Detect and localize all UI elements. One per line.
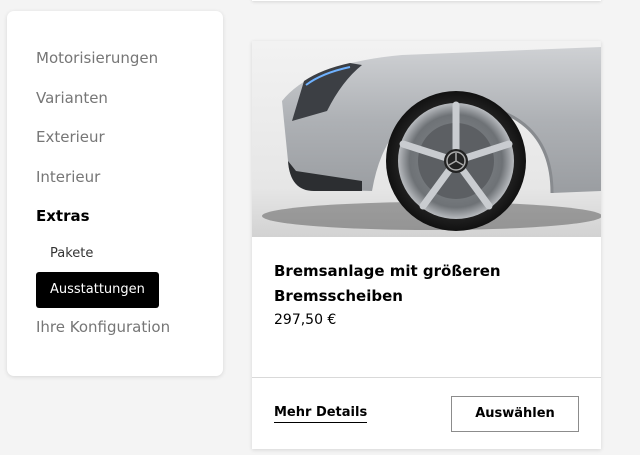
card-divider [252,377,601,378]
previous-card-edge [252,0,601,1]
nav-item-extras[interactable]: Extras [36,207,90,225]
car-wheel-brake-image [252,41,601,237]
product-card: Bremsanlage mit größeren Bremsscheiben 2… [252,41,601,449]
configurator-sidebar: Motorisierungen Varianten Exterieur Inte… [7,11,223,376]
product-title: Bremsanlage mit größeren Bremsscheiben [274,262,501,305]
sub-item-pakete[interactable]: Pakete [50,246,93,261]
nav-item-exterieur[interactable]: Exterieur [36,128,105,146]
sub-item-ausstattungen[interactable]: Ausstattungen [36,272,159,308]
select-button[interactable]: Auswählen [451,396,579,432]
nav-item-ihre-konfiguration[interactable]: Ihre Konfiguration [36,318,170,336]
product-price: 297,50 € [274,312,337,328]
nav-item-motorisierungen[interactable]: Motorisierungen [36,49,158,67]
nav-item-interieur[interactable]: Interieur [36,168,100,186]
nav-item-varianten[interactable]: Varianten [36,89,108,107]
more-details-link[interactable]: Mehr Details [274,405,368,423]
